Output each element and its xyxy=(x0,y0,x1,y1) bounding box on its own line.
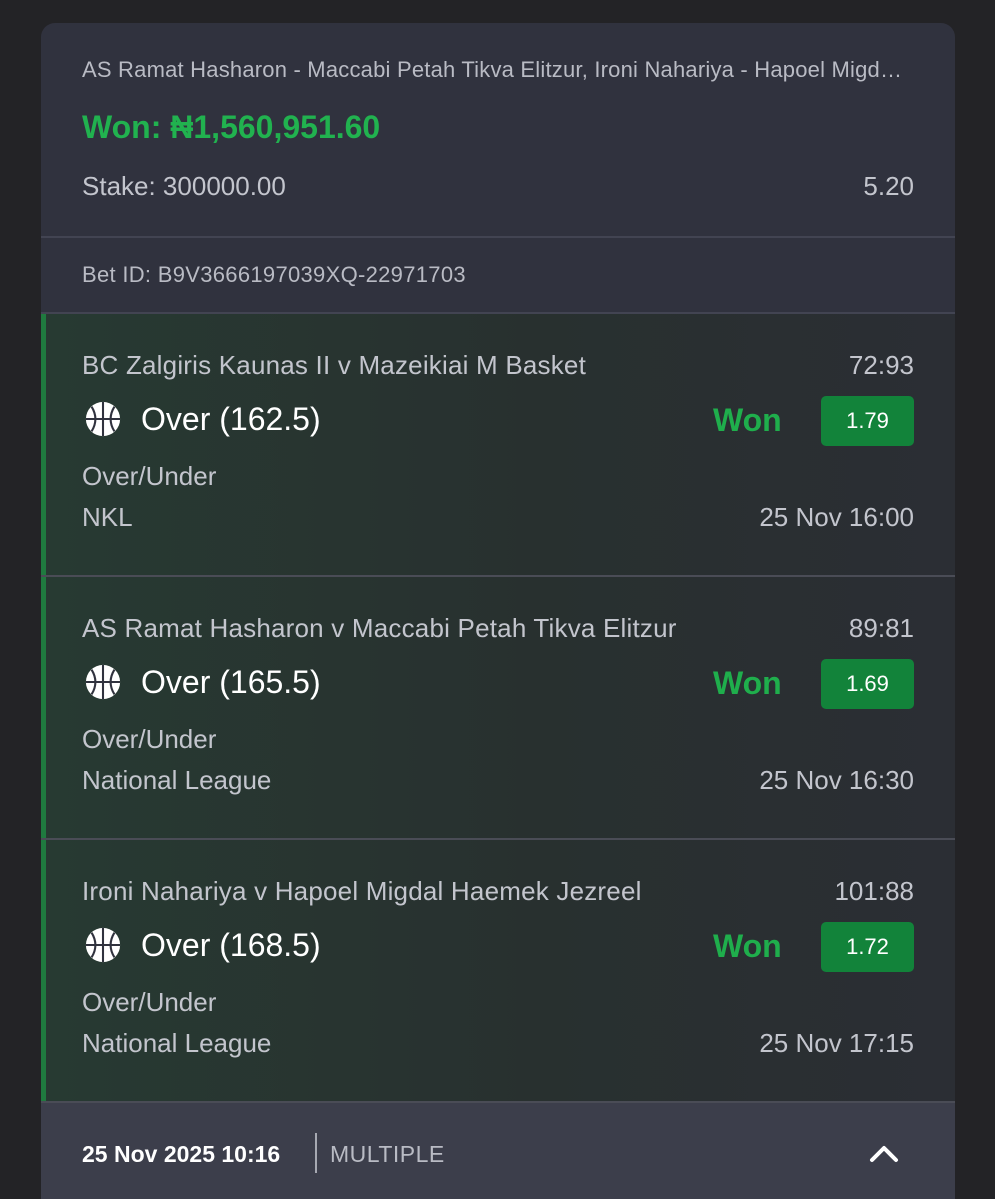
bet-ticket-card: AS Ramat Hasharon - Maccabi Petah Tikva … xyxy=(41,23,955,1199)
total-odds: 5.20 xyxy=(863,171,914,201)
match-score: 101:88 xyxy=(834,876,914,906)
market-name: Over/Under xyxy=(82,987,217,1017)
ticket-title: AS Ramat Hasharon - Maccabi Petah Tikva … xyxy=(82,57,912,82)
kickoff-time: 25 Nov 16:00 xyxy=(759,502,914,532)
match-name: BC Zalgiris Kaunas II v Mazeikiai M Bask… xyxy=(82,350,587,380)
selection-status: Won xyxy=(713,928,782,964)
bet-id-row: Bet ID: B9V3666197039XQ-22971703 xyxy=(41,238,955,314)
selection-status: Won xyxy=(713,665,782,701)
selection-item[interactable]: Ironi Nahariya v Hapoel Migdal Haemek Je… xyxy=(41,840,955,1103)
won-accent-bar xyxy=(41,840,46,1101)
match-score: 89:81 xyxy=(848,613,914,643)
kickoff-time: 25 Nov 17:15 xyxy=(759,1028,914,1058)
odds-badge: 1.69 xyxy=(821,659,914,709)
basketball-icon xyxy=(85,664,121,700)
match-name: Ironi Nahariya v Hapoel Migdal Haemek Je… xyxy=(82,876,642,906)
selection-item[interactable]: BC Zalgiris Kaunas II v Mazeikiai M Bask… xyxy=(41,314,955,577)
ticket-footer: 25 Nov 2025 10:16 MULTIPLE xyxy=(41,1103,955,1199)
selection-item[interactable]: AS Ramat Hasharon v Maccabi Petah Tikva … xyxy=(41,577,955,840)
won-accent-bar xyxy=(41,577,46,838)
match-name: AS Ramat Hasharon v Maccabi Petah Tikva … xyxy=(82,613,677,643)
match-score: 72:93 xyxy=(848,350,914,380)
kickoff-time: 25 Nov 16:30 xyxy=(759,765,914,795)
market-name: Over/Under xyxy=(82,724,217,754)
basketball-icon xyxy=(85,401,121,437)
bet-type: MULTIPLE xyxy=(330,1141,445,1167)
odds-badge: 1.79 xyxy=(821,396,914,446)
pick-label: Over (168.5) xyxy=(141,927,321,963)
footer-divider xyxy=(315,1133,317,1173)
won-accent-bar xyxy=(41,314,46,575)
odds-badge: 1.72 xyxy=(821,922,914,972)
pick-label: Over (165.5) xyxy=(141,664,321,700)
pick-label: Over (162.5) xyxy=(141,401,321,437)
basketball-icon xyxy=(85,927,121,963)
ticket-header: AS Ramat Hasharon - Maccabi Petah Tikva … xyxy=(41,23,955,238)
selection-status: Won xyxy=(713,402,782,438)
won-amount: Won: ₦1,560,951.60 xyxy=(82,109,381,145)
chevron-up-icon[interactable] xyxy=(867,1139,901,1167)
league-name: NKL xyxy=(82,502,133,532)
placed-date: 25 Nov 2025 10:16 xyxy=(82,1141,281,1167)
league-name: National League xyxy=(82,1028,272,1058)
league-name: National League xyxy=(82,765,272,795)
stake-amount: Stake: 300000.00 xyxy=(82,171,286,201)
market-name: Over/Under xyxy=(82,461,217,491)
bet-id: Bet ID: B9V3666197039XQ-22971703 xyxy=(82,262,466,287)
